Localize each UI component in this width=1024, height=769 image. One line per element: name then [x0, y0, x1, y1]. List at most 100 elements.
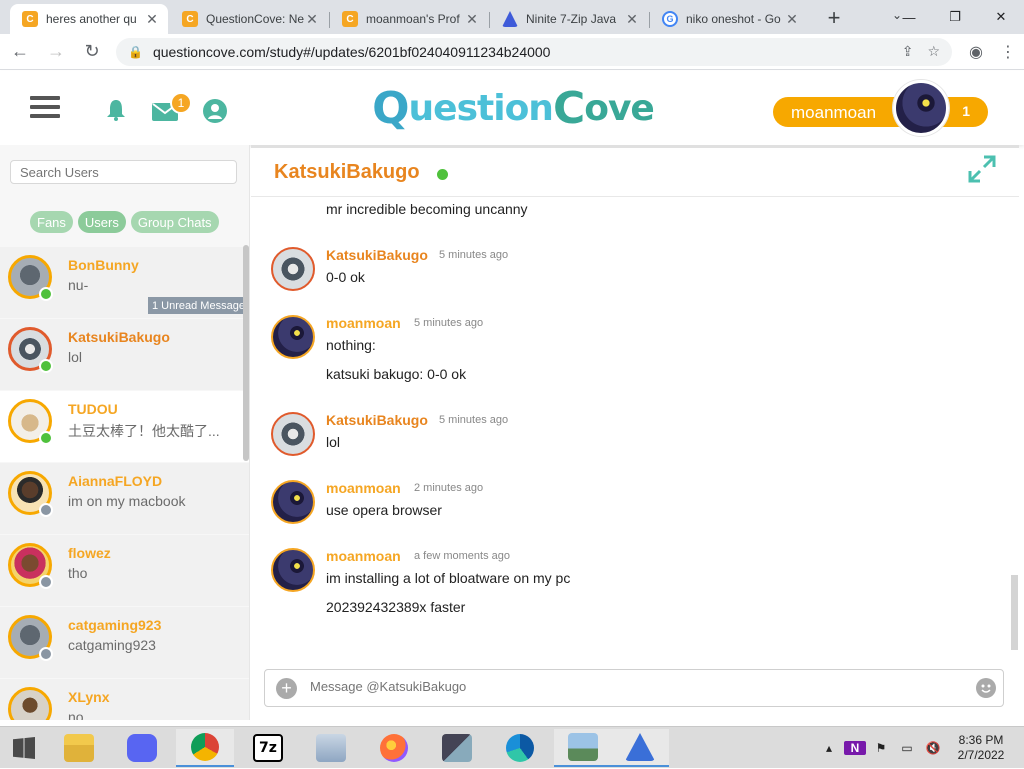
current-user-avatar[interactable]	[893, 80, 949, 136]
firefox-icon[interactable]	[365, 729, 423, 767]
hamburger-menu-icon[interactable]	[30, 96, 60, 118]
address-bar[interactable]: 🔒 questioncove.com/study#/updates/6201bf…	[116, 37, 952, 66]
online-status-dot	[39, 431, 53, 445]
avatar[interactable]	[271, 315, 315, 359]
avatar[interactable]	[271, 412, 315, 456]
filter-group-chats[interactable]: Group Chats	[130, 211, 219, 233]
forward-button[interactable]: →	[40, 36, 72, 68]
user-list-item[interactable]: KatsukiBakugo lol	[0, 319, 249, 391]
menu-kebab-icon[interactable]: ⋮	[992, 36, 1024, 68]
emoji-icon[interactable]	[976, 678, 996, 698]
user-profile-icon[interactable]	[203, 99, 227, 123]
message-timestamp: 5 minutes ago	[439, 414, 509, 426]
message-text: use opera browser	[326, 502, 442, 518]
flag-icon[interactable]: ⚑	[870, 741, 892, 755]
close-window-button[interactable]: ✕	[978, 0, 1024, 34]
user-name: BonBunny	[68, 257, 139, 273]
filter-users[interactable]: Users	[77, 211, 126, 233]
user-menu-pill[interactable]: moanmoan 1	[773, 97, 988, 127]
bell-icon[interactable]	[106, 99, 126, 121]
browser-tab[interactable]: C heres another qu ✕	[10, 4, 168, 34]
close-icon[interactable]: ✕	[464, 11, 480, 28]
chat-scrollbar[interactable]	[1011, 575, 1018, 650]
user-list-item[interactable]: flowez tho	[0, 535, 249, 607]
browser-tab[interactable]: C QuestionCove: Ne ✕	[170, 4, 330, 34]
photos-icon[interactable]	[302, 729, 360, 767]
system-clock[interactable]: 8:36 PM 2/7/2022	[946, 733, 1016, 763]
windows-start-icon[interactable]	[0, 727, 48, 769]
avatar[interactable]	[271, 480, 315, 524]
browser-tab[interactable]: G niko oneshot - Go ✕	[650, 4, 808, 34]
edge-icon[interactable]	[491, 729, 549, 767]
offline-status-dot	[39, 575, 53, 589]
message-timestamp: a few moments ago	[414, 550, 510, 562]
close-icon[interactable]: ✕	[144, 11, 160, 28]
browser-toolbar: ← → ↻ 🔒 questioncove.com/study#/updates/…	[0, 34, 1024, 70]
plus-icon[interactable]: +	[276, 678, 297, 699]
close-icon[interactable]: ✕	[304, 11, 320, 28]
message-input[interactable]	[310, 679, 950, 694]
landscape-icon[interactable]	[554, 729, 612, 767]
user-name: XLynx	[68, 689, 110, 705]
avatar[interactable]	[271, 548, 315, 592]
filter-fans[interactable]: Fans	[30, 211, 73, 233]
chevron-up-icon[interactable]: ▴	[818, 741, 840, 755]
windows-taskbar: 7z ▴ N ⚑ ▭ 🔇 8:36 PM 2/7/2022	[0, 726, 1024, 768]
sidebar-scrollbar[interactable]	[243, 245, 249, 461]
message-author[interactable]: KatsukiBakugo	[326, 247, 428, 263]
message-list: mr incredible becoming uncanny KatsukiBa…	[251, 197, 1011, 645]
last-message: no	[68, 709, 84, 720]
chrome-icon[interactable]	[176, 729, 234, 767]
user-list-item[interactable]: AiannaFLOYD im on my macbook	[0, 463, 249, 535]
7zip-icon[interactable]: 7z	[239, 729, 297, 767]
app-blue-icon[interactable]	[611, 729, 669, 767]
tab-title: niko oneshot - Go	[686, 12, 781, 26]
close-icon[interactable]: ✕	[624, 11, 640, 28]
chat-panel: KatsukiBakugo mr incredible becoming unc…	[251, 145, 1019, 720]
restore-button[interactable]: ❐	[932, 0, 978, 34]
discord-icon[interactable]	[113, 729, 171, 767]
user-list-item[interactable]: TUDOU 土豆太棒了！他太酷了...	[0, 391, 249, 463]
user-list-item[interactable]: BonBunny nu- 1 Unread Message	[0, 247, 249, 319]
volume-muted-icon[interactable]: 🔇	[922, 741, 944, 755]
share-icon[interactable]: ⇪	[902, 43, 914, 60]
message-author[interactable]: KatsukiBakugo	[326, 412, 428, 428]
tab-title: Ninite 7-Zip Java	[526, 12, 617, 26]
message-author[interactable]: moanmoan	[326, 480, 401, 496]
current-username: moanmoan	[791, 103, 877, 122]
chat-title[interactable]: KatsukiBakugo	[274, 161, 420, 184]
browser-tab[interactable]: C moanmoan's Prof ✕	[330, 4, 490, 34]
back-button[interactable]: ←	[4, 36, 36, 68]
new-tab-button[interactable]: +	[820, 4, 848, 32]
message-author[interactable]: moanmoan	[326, 315, 401, 331]
reload-button[interactable]: ↻	[76, 36, 108, 68]
user-list-item[interactable]: XLynx no	[0, 679, 249, 720]
search-users-input[interactable]	[10, 160, 237, 184]
profile-icon[interactable]: ◉	[960, 36, 992, 68]
avatar[interactable]	[271, 247, 315, 291]
file-explorer-icon[interactable]	[50, 729, 108, 767]
message-author[interactable]: moanmoan	[326, 548, 401, 564]
url-text[interactable]: questioncove.com/study#/updates/6201bf02…	[153, 44, 888, 60]
bookmark-star-icon[interactable]: ☆	[927, 43, 940, 60]
app-icon[interactable]	[428, 729, 486, 767]
user-name: catgaming923	[68, 617, 162, 633]
online-status-dot	[39, 359, 53, 373]
network-icon[interactable]: ▭	[896, 741, 918, 755]
mail-count-badge: 1	[170, 92, 192, 114]
lock-icon[interactable]: 🔒	[128, 45, 143, 59]
close-icon[interactable]: ✕	[784, 11, 800, 28]
questioncove-icon: C	[342, 11, 358, 27]
logo-letter: C	[552, 82, 585, 134]
users-sidebar: Fans Users Group Chats BonBunny nu- 1 Un…	[0, 145, 250, 720]
questioncove-logo[interactable]: Q uestion C ove	[372, 81, 655, 135]
last-message: 土豆太棒了！他太酷了...	[68, 423, 220, 439]
logo-letters: ove	[584, 87, 655, 129]
expand-icon[interactable]	[967, 154, 997, 184]
browser-tab[interactable]: Ninite 7-Zip Java ✕	[490, 4, 650, 34]
message-timestamp: 5 minutes ago	[414, 317, 484, 329]
user-list-item[interactable]: catgaming923 catgaming923	[0, 607, 249, 679]
clock-time: 8:36 PM	[958, 733, 1004, 747]
onenote-icon[interactable]: N	[844, 741, 866, 755]
minimize-button[interactable]: —	[886, 0, 932, 34]
